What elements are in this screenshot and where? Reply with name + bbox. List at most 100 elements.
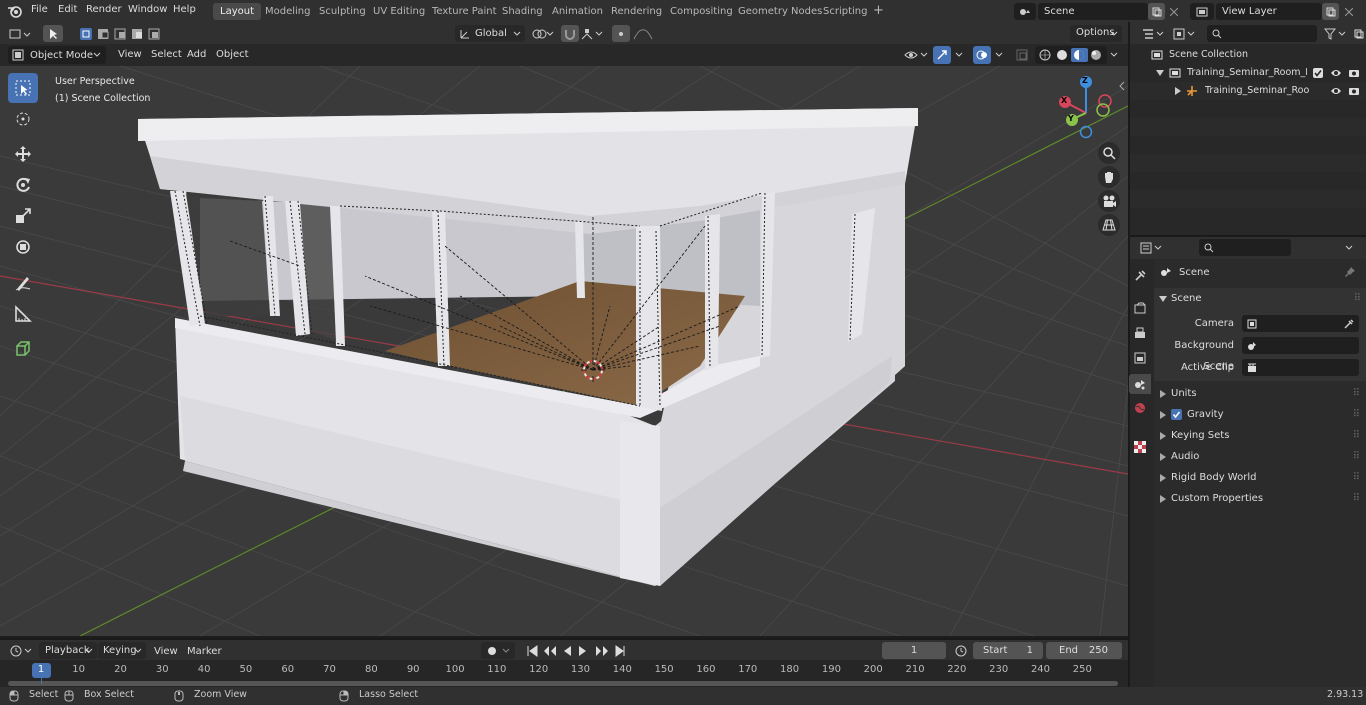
timeline-menu-view[interactable]: View bbox=[154, 646, 178, 657]
tab-rendering[interactable]: Rendering bbox=[604, 3, 669, 20]
jump-to-keyframe-forward-button[interactable] bbox=[593, 642, 611, 659]
overlays-toggle-icon[interactable] bbox=[973, 46, 991, 64]
render-tab-icon[interactable] bbox=[1131, 299, 1149, 317]
perspective-toggle-icon[interactable] bbox=[1098, 214, 1120, 236]
scale-tool[interactable] bbox=[8, 201, 38, 231]
solid-shading-button[interactable] bbox=[1053, 46, 1069, 64]
viewport-menu-view[interactable]: View bbox=[118, 49, 142, 60]
auto-keying-icon[interactable] bbox=[481, 642, 515, 659]
overlays-dropdown-icon[interactable] bbox=[992, 46, 1006, 64]
new-scene-icon[interactable] bbox=[1148, 3, 1165, 20]
drag-handle-icon[interactable]: ⠿ bbox=[1353, 425, 1360, 446]
timeline-editor-type-icon[interactable] bbox=[8, 642, 36, 659]
expand-arrow-icon[interactable] bbox=[1174, 87, 1182, 95]
drag-handle-icon[interactable]: ⠿ bbox=[1353, 467, 1360, 488]
outliner-editor-type-icon[interactable] bbox=[1140, 25, 1168, 42]
exclude-checkbox-icon[interactable] bbox=[1313, 68, 1323, 78]
tab-uv-editing[interactable]: UV Editing bbox=[366, 3, 432, 20]
mode-dropdown[interactable]: Object Mode bbox=[8, 46, 106, 64]
timeline-scrollbar[interactable] bbox=[8, 681, 1118, 686]
world-tab-icon[interactable] bbox=[1131, 399, 1149, 417]
active-tool-icon[interactable] bbox=[43, 25, 63, 42]
menu-file[interactable]: File bbox=[31, 4, 48, 15]
properties-search-input[interactable] bbox=[1199, 239, 1291, 256]
rendered-shading-button[interactable] bbox=[1088, 46, 1104, 64]
expand-arrow-icon[interactable] bbox=[1156, 69, 1164, 77]
tab-shading[interactable]: Shading bbox=[495, 3, 550, 20]
shading-dropdown-icon[interactable] bbox=[1107, 46, 1121, 64]
snap-toggle-icon[interactable] bbox=[561, 25, 579, 42]
new-view-layer-icon[interactable] bbox=[1322, 3, 1339, 20]
menu-edit[interactable]: Edit bbox=[58, 4, 77, 15]
drag-handle-icon[interactable]: ⠿ bbox=[1353, 488, 1360, 509]
viewport-menu-select[interactable]: Select bbox=[151, 49, 182, 60]
drag-handle-icon[interactable]: ⠿ bbox=[1354, 288, 1361, 309]
add-workspace-button[interactable]: + bbox=[866, 2, 891, 19]
options-dropdown[interactable]: Options bbox=[1070, 25, 1122, 42]
pin-icon[interactable] bbox=[1345, 267, 1355, 277]
section-keying-sets[interactable]: Keying Sets ⠿ bbox=[1154, 425, 1366, 446]
camera-view-icon[interactable] bbox=[1098, 190, 1120, 212]
preview-range-clock-icon[interactable] bbox=[952, 642, 970, 659]
material-preview-button[interactable] bbox=[1070, 46, 1087, 64]
tab-layout[interactable]: Layout bbox=[213, 3, 261, 20]
gizmo-toggle-icon[interactable] bbox=[933, 46, 951, 64]
navigation-gizmo[interactable]: Z X Y bbox=[1055, 74, 1115, 142]
outliner-row-scene-collection[interactable]: Scene Collection bbox=[1132, 46, 1366, 64]
delete-view-layer-icon[interactable] bbox=[1342, 3, 1356, 20]
measure-tool[interactable] bbox=[8, 299, 38, 329]
section-gravity[interactable]: Gravity ⠿ bbox=[1154, 404, 1366, 425]
select-box-tool[interactable] bbox=[8, 73, 38, 103]
scene-selector-icon[interactable] bbox=[1014, 3, 1036, 20]
proportional-edit-icon[interactable] bbox=[612, 25, 630, 42]
falloff-icon[interactable] bbox=[631, 25, 655, 42]
properties-options-icon[interactable] bbox=[1340, 239, 1358, 256]
tab-animation[interactable]: Animation bbox=[545, 3, 610, 20]
tool-settings-tab-icon[interactable] bbox=[1131, 267, 1149, 285]
scene-tab-icon[interactable] bbox=[1129, 374, 1151, 394]
selection-mode-icons[interactable] bbox=[77, 25, 162, 42]
play-reverse-button[interactable] bbox=[557, 642, 575, 659]
transform-orientation-dropdown[interactable]: Global bbox=[455, 25, 525, 42]
snap-target-icon[interactable] bbox=[580, 25, 606, 42]
sidebar-toggle-icon[interactable] bbox=[1117, 80, 1127, 92]
transform-tool[interactable] bbox=[8, 232, 38, 262]
pan-hand-icon[interactable] bbox=[1098, 166, 1120, 188]
output-tab-icon[interactable] bbox=[1131, 324, 1149, 342]
zoom-icon[interactable] bbox=[1098, 142, 1120, 164]
gravity-checkbox[interactable] bbox=[1171, 409, 1182, 420]
keying-menu[interactable]: Keying bbox=[98, 642, 146, 659]
visibility-selectability-icon[interactable] bbox=[902, 46, 930, 64]
playback-menu[interactable]: Playback bbox=[39, 642, 97, 659]
tab-texture-paint[interactable]: Texture Paint bbox=[425, 3, 504, 20]
gizmo-dropdown-icon[interactable] bbox=[952, 46, 966, 64]
menu-render[interactable]: Render bbox=[86, 4, 122, 15]
filter-icon[interactable] bbox=[1323, 25, 1349, 42]
section-custom-properties[interactable]: Custom Properties ⠿ bbox=[1154, 488, 1366, 509]
menu-window[interactable]: Window bbox=[128, 4, 167, 15]
play-button[interactable] bbox=[575, 642, 593, 659]
viewport-menu-object[interactable]: Object bbox=[216, 49, 249, 60]
timeline-menu-marker[interactable]: Marker bbox=[187, 646, 222, 657]
start-frame-field[interactable]: Start 1 bbox=[973, 642, 1043, 659]
camera-field[interactable] bbox=[1242, 315, 1359, 332]
editor-type-icon[interactable] bbox=[6, 25, 34, 42]
drag-handle-icon[interactable]: ⠿ bbox=[1353, 404, 1360, 425]
viewport-menu-add[interactable]: Add bbox=[187, 49, 206, 60]
wireframe-shading-button[interactable] bbox=[1036, 46, 1052, 64]
view-layer-tab-icon[interactable] bbox=[1131, 349, 1149, 367]
jump-to-end-button[interactable] bbox=[611, 642, 629, 659]
outliner-search-input[interactable] bbox=[1207, 25, 1317, 42]
section-rigid-body-world[interactable]: Rigid Body World ⠿ bbox=[1154, 467, 1366, 488]
camera-render-icon[interactable] bbox=[1348, 68, 1360, 78]
jump-to-keyframe-back-button[interactable] bbox=[539, 642, 557, 659]
active-clip-field[interactable] bbox=[1242, 359, 1359, 376]
drag-handle-icon[interactable]: ⠿ bbox=[1353, 383, 1360, 404]
menu-help[interactable]: Help bbox=[173, 4, 196, 15]
outliner-row-object[interactable]: Training_Seminar_Room_ bbox=[1132, 82, 1366, 100]
properties-editor-type-icon[interactable] bbox=[1138, 239, 1166, 256]
tab-modeling[interactable]: Modeling bbox=[258, 3, 318, 20]
background-scene-field[interactable] bbox=[1242, 337, 1359, 354]
end-frame-field[interactable]: End 250 bbox=[1046, 642, 1122, 659]
camera-render-icon[interactable] bbox=[1348, 86, 1360, 96]
